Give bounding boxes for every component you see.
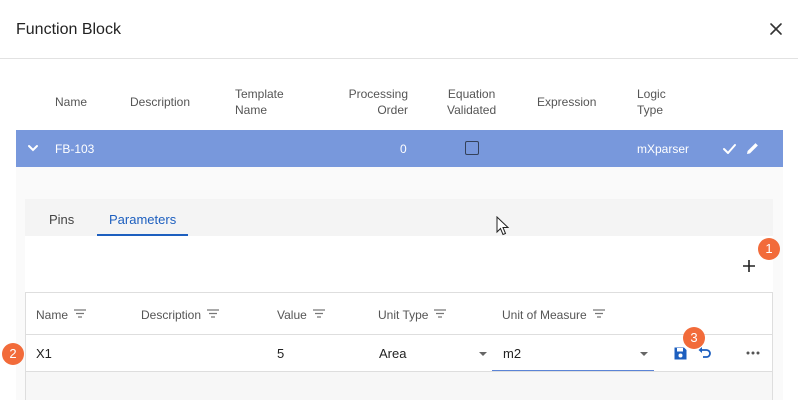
col-header-template-name[interactable]: Template Name bbox=[235, 86, 284, 118]
col-header-logic-type-line2: Type bbox=[637, 103, 664, 117]
dropdown-arrow-icon[interactable] bbox=[640, 352, 648, 356]
more-icon[interactable] bbox=[745, 346, 761, 360]
tab-parameters[interactable]: Parameters bbox=[109, 212, 176, 227]
col-header-processing-order-line1: Processing bbox=[348, 87, 408, 101]
param-header-description-label: Description bbox=[141, 308, 202, 322]
equation-validated-checkbox[interactable] bbox=[465, 141, 479, 155]
divider bbox=[25, 334, 773, 335]
tab-pins[interactable]: Pins bbox=[49, 212, 74, 227]
unit-type-select[interactable]: Area bbox=[379, 346, 406, 361]
row-name: FB-103 bbox=[55, 142, 95, 156]
annotation-badge-1: 1 bbox=[758, 238, 780, 260]
filter-icon[interactable] bbox=[207, 309, 220, 318]
param-header-name-label: Name bbox=[36, 308, 69, 322]
dropdown-arrow-icon[interactable] bbox=[479, 352, 487, 356]
annotation-badge-2: 2 bbox=[2, 343, 24, 365]
col-header-description[interactable]: Description bbox=[130, 94, 190, 110]
col-header-expression[interactable]: Expression bbox=[537, 94, 596, 110]
plus-icon[interactable] bbox=[741, 258, 757, 274]
filter-icon[interactable] bbox=[312, 309, 325, 318]
param-name-value[interactable]: X1 bbox=[36, 346, 52, 361]
col-header-processing-order-line2: Order bbox=[377, 103, 408, 117]
checkmark-icon[interactable] bbox=[722, 141, 737, 156]
row-logic-type: mXparser bbox=[637, 142, 690, 156]
param-header-description[interactable]: Description bbox=[141, 308, 220, 322]
col-header-template-name-line2: Name bbox=[235, 103, 268, 117]
unit-of-measure-select[interactable]: m2 bbox=[503, 346, 521, 361]
filter-icon[interactable] bbox=[434, 309, 447, 318]
col-header-template-name-line1: Template bbox=[235, 87, 284, 101]
undo-icon[interactable] bbox=[697, 346, 712, 361]
param-header-unit-of-measure[interactable]: Unit of Measure bbox=[502, 308, 605, 322]
close-icon[interactable] bbox=[768, 21, 784, 37]
param-header-value[interactable]: Value bbox=[277, 308, 325, 322]
param-header-name[interactable]: Name bbox=[36, 308, 87, 322]
mouse-cursor-icon bbox=[496, 216, 510, 236]
table-empty-area bbox=[26, 372, 772, 400]
col-header-equation-validated-line1: Equation bbox=[447, 87, 496, 101]
col-header-logic-type[interactable]: Logic Type bbox=[637, 86, 666, 118]
col-header-name[interactable]: Name bbox=[55, 94, 87, 110]
col-header-processing-order[interactable]: Processing Order bbox=[349, 86, 408, 118]
param-value-value[interactable]: 5 bbox=[277, 346, 284, 361]
pencil-icon[interactable] bbox=[745, 141, 760, 156]
param-header-value-label: Value bbox=[277, 308, 307, 322]
col-header-logic-type-line1: Logic bbox=[637, 87, 666, 101]
dialog-header: Function Block bbox=[0, 0, 798, 59]
param-header-unit-type-label: Unit Type bbox=[378, 308, 429, 322]
dialog-title: Function Block bbox=[16, 21, 121, 38]
col-header-equation-validated[interactable]: Equation Validated bbox=[447, 86, 496, 118]
filter-icon[interactable] bbox=[592, 309, 605, 318]
grid-header: Name Description Template Name Processin… bbox=[0, 78, 798, 128]
param-header-unit-of-measure-label: Unit of Measure bbox=[502, 308, 587, 322]
save-icon[interactable] bbox=[673, 346, 688, 361]
row-processing-order: 0 bbox=[400, 142, 407, 156]
param-header-unit-type[interactable]: Unit Type bbox=[378, 308, 447, 322]
annotation-badge-3: 3 bbox=[683, 327, 705, 349]
function-block-row[interactable]: FB-103 0 mXparser bbox=[16, 130, 783, 167]
filter-icon[interactable] bbox=[74, 309, 87, 318]
chevron-down-icon[interactable] bbox=[27, 143, 39, 153]
col-header-equation-validated-line2: Validated bbox=[447, 103, 497, 117]
